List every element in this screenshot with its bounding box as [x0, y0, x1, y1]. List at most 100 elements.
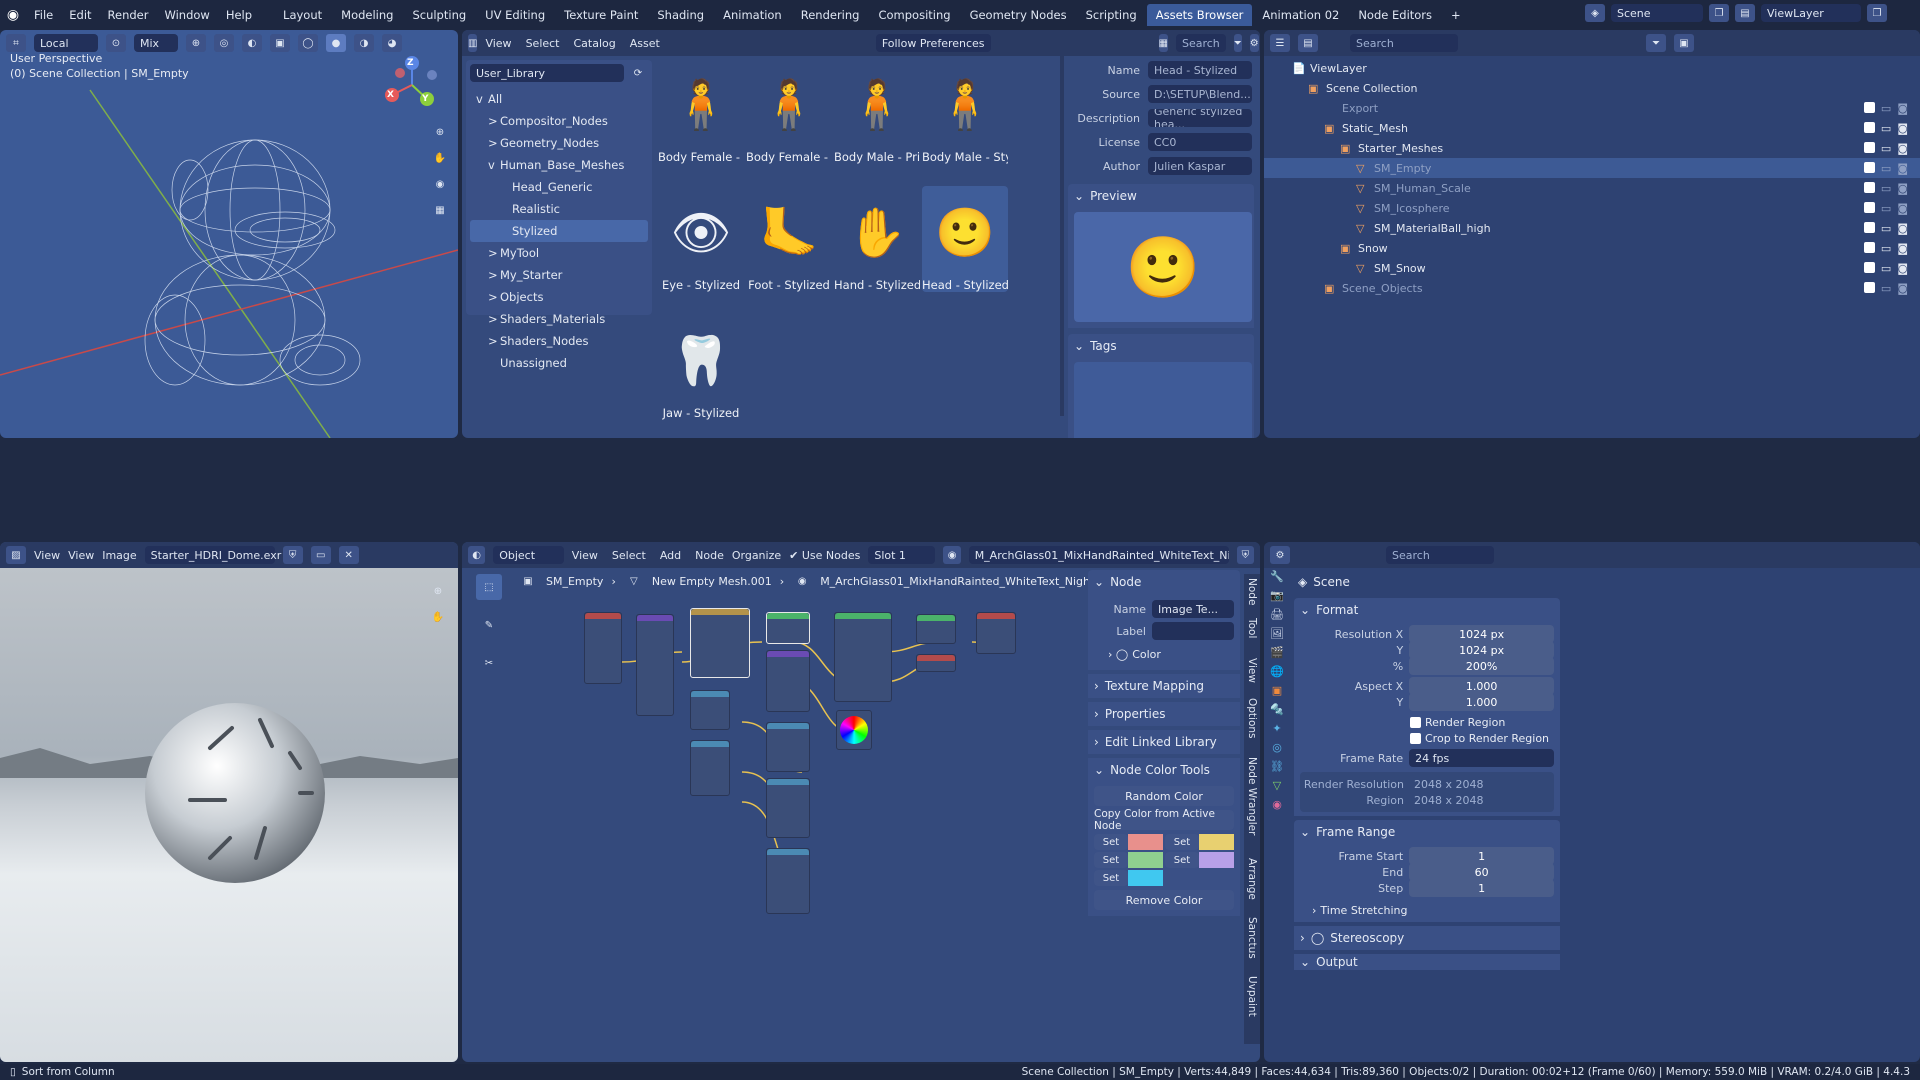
asset-tile-eye-stylized[interactable]: 👁 Eye - Stylized	[658, 186, 744, 293]
material-tab-icon[interactable]: ◉	[1272, 798, 1282, 811]
expand-chevron-icon[interactable]: v	[476, 92, 488, 106]
catalog-item-stylized[interactable]: Stylized	[470, 220, 648, 242]
tags-panel-header[interactable]: ⌄ Tags	[1068, 334, 1254, 358]
viewport-visibility-icon[interactable]: ▭	[1881, 242, 1891, 255]
node-image-texture[interactable]	[690, 608, 750, 678]
workspace-tab-compositing[interactable]: Compositing	[869, 4, 959, 26]
asset-license-field[interactable]: CC0	[1148, 133, 1252, 151]
node-principled-bsdf[interactable]	[834, 612, 892, 702]
render-tab-icon[interactable]: 📷	[1270, 589, 1284, 602]
render-visibility-icon[interactable]: ◙	[1897, 162, 1908, 175]
resolution-pct-field[interactable]: 200%	[1409, 657, 1554, 675]
node-add[interactable]	[916, 654, 956, 672]
display-mode-icon[interactable]: ▤	[1298, 34, 1318, 52]
camera-view-icon[interactable]: ◉	[430, 175, 450, 193]
node-math-2[interactable]	[766, 722, 810, 772]
catalog-item-head-generic[interactable]: Head_Generic	[470, 176, 648, 198]
outliner-row-viewlayer[interactable]: 📄 ViewLayer	[1264, 58, 1920, 78]
link-cut-icon[interactable]: ✂	[476, 650, 502, 676]
expand-chevron-icon[interactable]: >	[488, 114, 500, 128]
world-tab-icon[interactable]: 🌐	[1270, 665, 1284, 678]
outliner-row-sm-materialball-high[interactable]: ▽ SM_MaterialBall_high ▭ ◙	[1264, 218, 1920, 238]
menu-window[interactable]: Window	[156, 8, 217, 22]
remove-color-button[interactable]: Remove Color	[1094, 890, 1234, 910]
workspace-tab-shading[interactable]: Shading	[648, 4, 713, 26]
side-tab-uvpaint[interactable]: Uvpaint	[1246, 976, 1258, 1017]
output-panel-header[interactable]: ⌄ Output	[1294, 954, 1560, 970]
side-tab-sanctus[interactable]: Sanctus	[1246, 917, 1258, 959]
tool-tab-icon[interactable]: 🔧	[1270, 570, 1284, 583]
breadcrumb-object[interactable]: SM_Empty	[546, 575, 603, 588]
side-tab-options[interactable]: Options	[1246, 698, 1258, 739]
exclude-checkbox[interactable]	[1863, 101, 1875, 113]
material-name-field[interactable]: M_ArchGlass01_MixHandRainted_WhiteText_N…	[968, 546, 1229, 564]
expand-chevron-icon[interactable]: >	[488, 312, 500, 326]
editor-type-icon[interactable]: ☰	[1270, 34, 1290, 52]
color-swatch-set[interactable]: Set	[1094, 870, 1163, 886]
editor-type-icon[interactable]: ◐	[468, 546, 486, 564]
node-math-4[interactable]	[766, 848, 810, 914]
outliner-row-sm-snow[interactable]: ▽ SM_Snow ▭ ◙	[1264, 258, 1920, 278]
outliner-row-static-mesh[interactable]: ▣ Static_Mesh ▭ ◙	[1264, 118, 1920, 138]
blender-logo-icon[interactable]: ◉	[0, 7, 26, 23]
asset-author-field[interactable]: Julien Kaspar	[1148, 157, 1252, 175]
editor-type-icon[interactable]: ⚙	[1270, 546, 1290, 564]
viewport-visibility-icon[interactable]: ▭	[1881, 202, 1891, 215]
exclude-checkbox[interactable]	[1863, 241, 1875, 253]
render-visibility-icon[interactable]: ◙	[1897, 242, 1908, 255]
color-swatch-set[interactable]: Set	[1165, 834, 1234, 850]
viewport-visibility-icon[interactable]: ▭	[1881, 102, 1891, 115]
crop-region-checkbox[interactable]: Crop to Render Region	[1300, 730, 1554, 746]
particles-tab-icon[interactable]: ✦	[1272, 722, 1281, 735]
asset-tile-body-male-pri[interactable]: 🧍 Body Male - Pri...	[834, 58, 920, 165]
workspace-tab-animation[interactable]: Animation	[714, 4, 791, 26]
node-mix-output[interactable]	[916, 614, 956, 644]
expand-chevron-icon[interactable]: >	[488, 334, 500, 348]
aspect-y-field[interactable]: 1.000	[1409, 693, 1554, 711]
viewport-visibility-icon[interactable]: ▭	[1881, 282, 1891, 295]
library-dropdown[interactable]: User_Library	[470, 64, 624, 82]
node-menu-select[interactable]: Select	[612, 549, 646, 562]
asset-name-field[interactable]: Head - Stylized	[1148, 61, 1252, 79]
color-swatch-set[interactable]: Set	[1094, 852, 1163, 868]
exclude-checkbox[interactable]	[1863, 221, 1875, 233]
output-tab-icon[interactable]: 🖨	[1270, 608, 1284, 621]
display-mode-icon[interactable]: ▦	[1158, 34, 1168, 52]
render-visibility-icon[interactable]: ◙	[1897, 182, 1908, 195]
expand-chevron-icon[interactable]: >	[488, 136, 500, 150]
close-image-icon[interactable]: ✕	[338, 546, 359, 564]
catalog-item-unassigned[interactable]: Unassigned	[470, 352, 648, 374]
menu-file[interactable]: File	[26, 8, 61, 22]
new-scene-icon[interactable]: ❐	[1709, 4, 1729, 22]
node-label-field[interactable]	[1152, 622, 1234, 640]
panel-texture-mapping[interactable]: › Texture Mapping	[1088, 674, 1240, 698]
node-name-field[interactable]: Image Te...	[1152, 600, 1234, 618]
select-box-icon[interactable]: ⬚	[476, 574, 502, 600]
view-layer-tab-icon[interactable]: 🖼	[1270, 627, 1284, 640]
outliner-row-snow[interactable]: ▣ Snow ▭ ◙	[1264, 238, 1920, 258]
color-swatch[interactable]	[1128, 870, 1163, 886]
physics-tab-icon[interactable]: ◎	[1272, 741, 1282, 754]
open-folder-icon[interactable]: ▭	[310, 546, 331, 564]
catalog-item-human-base-meshes[interactable]: v Human_Base_Meshes	[470, 154, 648, 176]
side-tab-tool[interactable]: Tool	[1246, 618, 1258, 638]
render-visibility-icon[interactable]: ◙	[1897, 222, 1908, 235]
node-panel-header[interactable]: ⌄ Node	[1088, 570, 1240, 594]
pan-hand-icon[interactable]: ✋	[430, 149, 450, 167]
catalog-item-realistic[interactable]: Realistic	[470, 198, 648, 220]
workspace-tab-layout[interactable]: Layout	[274, 4, 331, 26]
render-visibility-icon[interactable]: ◙	[1897, 202, 1908, 215]
render-region-checkbox[interactable]: Render Region	[1300, 714, 1554, 730]
asset-tile-foot-stylized[interactable]: 🦶 Foot - Stylized	[746, 186, 832, 293]
workspace-tab-assets-browser[interactable]: Assets Browser	[1146, 4, 1253, 26]
workspace-tab-sculpting[interactable]: Sculpting	[403, 4, 475, 26]
side-tab-node-wrangler[interactable]: Node Wrangler	[1246, 757, 1258, 835]
node-mapping[interactable]	[636, 614, 674, 716]
render-visibility-icon[interactable]: ◙	[1897, 282, 1908, 295]
catalog-item-shaders-nodes[interactable]: > Shaders_Nodes	[470, 330, 648, 352]
image-menu-view-2[interactable]: View	[68, 549, 94, 562]
set-color-button[interactable]: Set	[1165, 852, 1199, 868]
menu-render[interactable]: Render	[100, 8, 157, 22]
view-layer-selector[interactable]: ViewLayer	[1761, 4, 1861, 22]
node-menu-view[interactable]: View	[572, 549, 598, 562]
